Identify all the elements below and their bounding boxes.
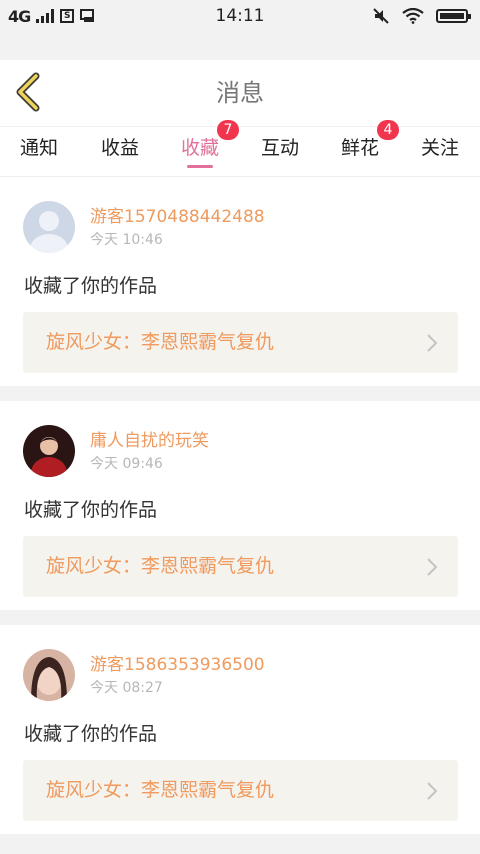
- tab-following[interactable]: 关注: [421, 127, 459, 177]
- action-text: 收藏了你的作品: [24, 723, 158, 745]
- tab-notifications[interactable]: 通知: [20, 127, 58, 177]
- chevron-right-icon: [427, 558, 438, 576]
- work-link[interactable]: 旋风少女：李恩熙霸气复仇: [23, 536, 458, 597]
- avatar[interactable]: [23, 649, 75, 701]
- page-title: 消息: [216, 79, 264, 107]
- battery-icon: [436, 9, 471, 23]
- message-card: 游客1570488442488 今天 10:46 收藏了你的作品 旋风少女：李恩…: [0, 177, 480, 386]
- username[interactable]: 游客1570488442488: [90, 202, 265, 227]
- message-card: 游客1586353936500 今天 08:27 收藏了你的作品 旋风少女：李恩…: [0, 625, 480, 834]
- mute-icon: [373, 8, 389, 24]
- tab-favorites[interactable]: 收藏 7: [181, 120, 240, 177]
- user-photo-icon: [23, 425, 75, 477]
- avatar[interactable]: [23, 425, 75, 477]
- action-text: 收藏了你的作品: [24, 275, 158, 297]
- work-link[interactable]: 旋风少女：李恩熙霸气复仇: [23, 760, 458, 821]
- timestamp: 今天 10:46: [90, 232, 163, 248]
- action-text: 收藏了你的作品: [24, 499, 158, 521]
- timestamp: 今天 09:46: [90, 456, 163, 472]
- message-card: 庸人自扰的玩笑 今天 09:46 收藏了你的作品 旋风少女：李恩熙霸气复仇: [0, 401, 480, 610]
- default-avatar-icon: [23, 201, 75, 253]
- unread-badge: 4: [377, 120, 400, 140]
- tab-earnings[interactable]: 收益: [101, 127, 139, 177]
- timestamp: 今天 08:27: [90, 680, 163, 696]
- tab-label: 关注: [421, 137, 460, 159]
- wifi-icon: [402, 8, 424, 24]
- tab-flowers[interactable]: 鲜花 4: [341, 120, 400, 177]
- status-bar: 4G S 14:11: [0, 0, 480, 32]
- unread-badge: 7: [217, 120, 240, 140]
- tab-interactions[interactable]: 互动: [261, 127, 299, 177]
- user-photo-icon: [23, 649, 75, 701]
- tab-label: 收藏: [181, 137, 220, 159]
- tab-label: 鲜花: [341, 137, 380, 159]
- chevron-right-icon: [427, 334, 438, 352]
- tab-label: 收益: [101, 137, 140, 159]
- active-tab-indicator: [187, 165, 214, 168]
- tab-label: 互动: [261, 137, 300, 159]
- work-title: 旋风少女：李恩熙霸气复仇: [46, 779, 275, 801]
- tab-label: 通知: [20, 137, 59, 159]
- avatar[interactable]: [23, 201, 75, 253]
- username[interactable]: 游客1586353936500: [90, 650, 265, 675]
- work-title: 旋风少女：李恩熙霸气复仇: [46, 331, 275, 353]
- header: 消息: [0, 60, 480, 126]
- username[interactable]: 庸人自扰的玩笑: [90, 426, 209, 451]
- tab-bar: 通知 收益 收藏 7 互动 鲜花 4 关注: [0, 120, 480, 177]
- chevron-right-icon: [427, 782, 438, 800]
- work-title: 旋风少女：李恩熙霸气复仇: [46, 555, 275, 577]
- work-link[interactable]: 旋风少女：李恩熙霸气复仇: [23, 312, 458, 373]
